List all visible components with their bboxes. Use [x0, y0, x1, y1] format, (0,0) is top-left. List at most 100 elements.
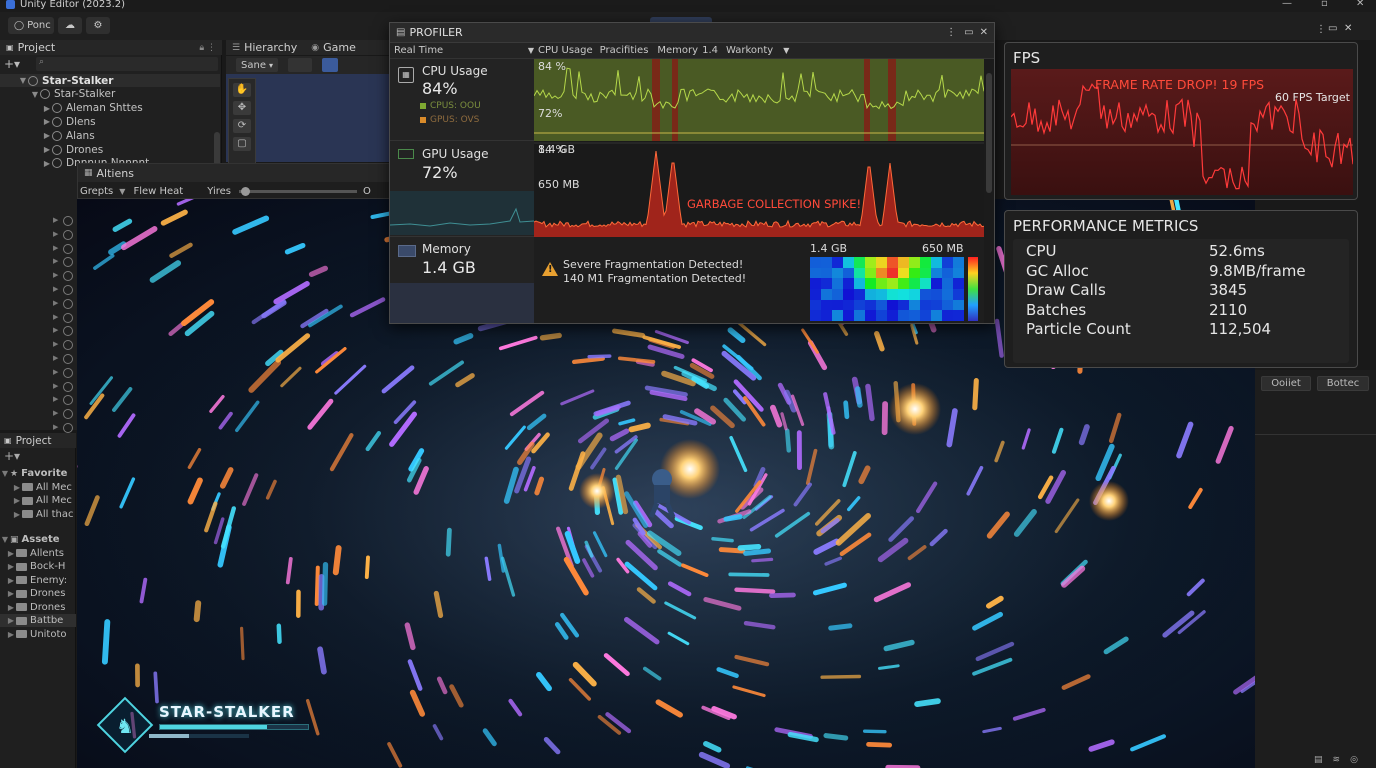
chevron-right-icon[interactable]: ▶	[12, 510, 22, 519]
hierarchy-item[interactable]: ▶ Aleman Shttes	[0, 102, 220, 115]
tab-hierarchy[interactable]: Hierarchy	[244, 40, 297, 55]
chevron-right-icon[interactable]: ▶	[12, 483, 22, 492]
move-tool-icon[interactable]: ✥	[233, 101, 251, 115]
chevron-icon[interactable]: ▶	[42, 117, 52, 126]
cloud-button[interactable]: ☁	[58, 17, 82, 34]
settings-icon[interactable]: ◎	[1350, 755, 1358, 765]
chevron-icon[interactable]: ▼	[30, 90, 40, 99]
cpu-lane-label[interactable]: ▦ CPU Usage 84% CPUS: OOU GPUS: OVS	[390, 59, 534, 141]
settings-button[interactable]: ⚙	[86, 17, 110, 34]
project-item[interactable]: ▶ Drones	[0, 587, 76, 600]
chevron-right-icon[interactable]: ▶	[6, 603, 16, 612]
rect-tool-icon[interactable]: ▢	[233, 137, 251, 151]
project-item[interactable]: ▶ Battbe	[0, 614, 76, 627]
add-asset-button[interactable]: +▾	[4, 449, 20, 463]
hierarchy-item[interactable]: ▼ Star-Stalker	[0, 88, 220, 101]
chevron-right-icon[interactable]: ▶	[53, 395, 58, 403]
hierarchy-item[interactable]: ▶ Alans	[0, 129, 220, 142]
option-flew-heat[interactable]: Flew Heat	[133, 186, 183, 197]
project-item[interactable]: ▶ All Mec	[0, 494, 76, 507]
yires-slider[interactable]	[239, 186, 357, 196]
chevron-right-icon[interactable]: ▶	[53, 313, 58, 321]
chevron-right-icon[interactable]: ▶	[53, 409, 58, 417]
rotate-tool-icon[interactable]: ⟳	[233, 119, 251, 133]
chevron-right-icon[interactable]: ▶	[53, 423, 58, 431]
hierarchy-item[interactable]: ▶ Dlens	[0, 115, 220, 128]
ponc-button[interactable]: ◯ Ponc	[8, 17, 54, 34]
project-item[interactable]: ▶ Drones	[0, 601, 76, 614]
tab-warkonty[interactable]: Warkonty	[726, 45, 773, 56]
lock-icon[interactable]: 🔒︎ ⋮	[199, 43, 216, 53]
tab-pracifities[interactable]: Pracifities	[600, 45, 649, 56]
gizmo-button[interactable]	[287, 58, 312, 72]
gpu-lane-label[interactable]: GPU Usage 72%	[390, 141, 534, 237]
chevron-right-icon[interactable]: ▶	[12, 496, 22, 505]
chevron-right-icon[interactable]: ▶	[6, 576, 16, 585]
tab-game[interactable]: Game	[323, 40, 356, 55]
chevron-right-icon[interactable]: ▶	[53, 285, 58, 293]
maximize-icon[interactable]: ▭	[1328, 23, 1337, 34]
ooiiet-button[interactable]: Ooiiet	[1261, 376, 1311, 391]
more-icon[interactable]: ⋮	[946, 27, 956, 38]
maximize-icon[interactable]: ▫	[1321, 0, 1328, 9]
memory-lane-label[interactable]: Memory 1.4 GB	[390, 237, 534, 323]
hand-tool-icon[interactable]: ✋	[233, 83, 251, 97]
view-toggle-button[interactable]	[321, 58, 338, 72]
project-item[interactable]: ▶ Enemy:	[0, 574, 76, 587]
chevron-down-icon[interactable]: ▼	[0, 535, 10, 544]
chevron-icon[interactable]: ▼	[18, 76, 28, 85]
tab-memory[interactable]: Memory	[657, 45, 698, 56]
project-item[interactable]: ▶ Allents	[0, 547, 76, 560]
chevron-right-icon[interactable]: ▶	[53, 326, 58, 334]
minimize-icon[interactable]: —	[1282, 0, 1292, 9]
chevron-right-icon[interactable]: ▶	[53, 340, 58, 348]
close-window-icon[interactable]: ✕	[1356, 0, 1364, 9]
chevron-right-icon[interactable]: ▶	[6, 630, 16, 639]
chevron-right-icon[interactable]: ▶	[6, 616, 16, 625]
tab-project[interactable]: Project	[18, 40, 56, 55]
chevron-down-icon[interactable]: ▼	[0, 469, 10, 478]
chevron-right-icon[interactable]: ▶	[6, 589, 16, 598]
project-item[interactable]: ▶ All Mec	[0, 481, 76, 494]
bottec-button[interactable]: Bottec	[1317, 376, 1369, 391]
profiler-scrollbar[interactable]	[986, 73, 992, 193]
chevron-down-icon[interactable]: ▼	[783, 46, 789, 55]
chevron-down-icon[interactable]: ▼	[119, 187, 125, 196]
tab-cpu-usage[interactable]: CPU Usage	[538, 45, 593, 56]
layers-icon[interactable]: ≋	[1333, 755, 1341, 765]
chevron-icon[interactable]: ▶	[42, 145, 52, 154]
close-icon[interactable]: ✕	[980, 27, 988, 38]
tab-project-bottom[interactable]: Project	[16, 433, 52, 448]
chevron-right-icon[interactable]: ▶	[53, 257, 58, 265]
shading-dropdown[interactable]: Sane ▾	[236, 58, 278, 72]
more-icon[interactable]: ⋮	[1316, 24, 1326, 35]
chevron-right-icon[interactable]: ▶	[53, 244, 58, 252]
console-icon[interactable]: ▤	[1314, 755, 1323, 765]
chevron-right-icon[interactable]: ▶	[53, 354, 58, 362]
project-item[interactable]: ▶ Unitoto	[0, 628, 76, 641]
chevron-right-icon[interactable]: ▶	[53, 216, 58, 224]
chevron-right-icon[interactable]: ▶	[53, 368, 58, 376]
chevron-icon[interactable]: ▶	[42, 104, 52, 113]
close-icon[interactable]: ✕	[1344, 23, 1352, 34]
add-button[interactable]: +▾	[4, 57, 34, 71]
chevron-right-icon[interactable]: ▶	[53, 299, 58, 307]
project-section[interactable]: ▼ ★ Favorite	[0, 467, 76, 480]
project-item[interactable]: ▶ Bock-H	[0, 560, 76, 573]
chevron-right-icon[interactable]: ▶	[6, 549, 16, 558]
hierarchy-item[interactable]: ▼ Star-Stalker	[0, 74, 220, 87]
chevron-right-icon[interactable]: ▶	[6, 562, 16, 571]
chevron-right-icon[interactable]: ▶	[53, 382, 58, 390]
chevron-icon[interactable]: ▶	[42, 159, 52, 168]
maximize-icon[interactable]: ▭	[964, 27, 973, 38]
option-grepts[interactable]: Grepts	[80, 186, 113, 197]
chevron-right-icon[interactable]: ▶	[53, 230, 58, 238]
mode-dropdown[interactable]: Real Time ▼	[394, 45, 534, 56]
chevron-right-icon[interactable]: ▶	[53, 271, 58, 279]
project-section[interactable]: ▼ ▣ Assete	[0, 533, 76, 546]
hierarchy-item[interactable]: ▶ Drones	[0, 143, 220, 156]
chevron-icon[interactable]: ▶	[42, 131, 52, 140]
slider-thumb[interactable]	[240, 186, 250, 196]
project-item[interactable]: ▶ All thac	[0, 508, 76, 521]
search-input[interactable]: ⌕	[36, 57, 218, 71]
